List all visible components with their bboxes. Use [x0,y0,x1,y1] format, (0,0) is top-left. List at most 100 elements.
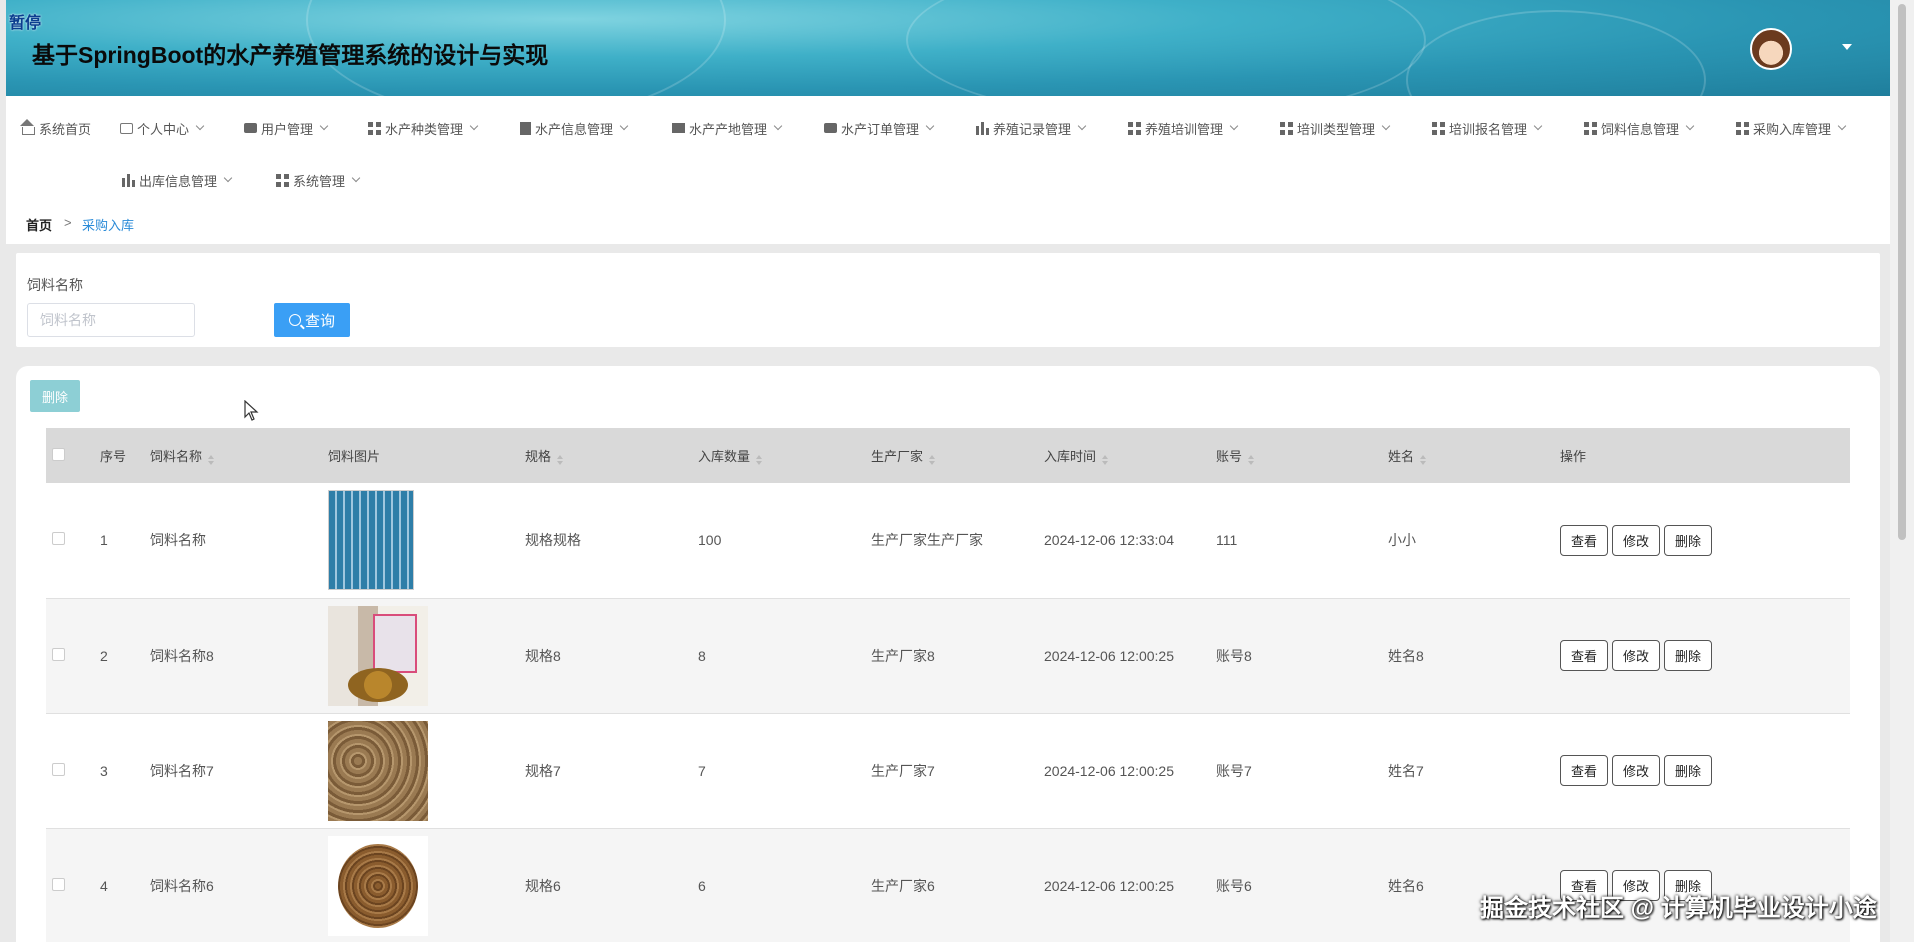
nav-item-feed-info-management[interactable]: 饲料信息管理 [1584,118,1695,138]
sort-icon[interactable] [1420,455,1427,465]
feed-name-search-input[interactable] [27,303,195,337]
row-checkbox[interactable] [52,762,65,776]
cell-feed-name: 饲料名称7 [150,713,328,829]
col-header-index: 序号 [100,428,150,483]
breadcrumb-home[interactable]: 首页 [26,215,52,234]
grid-icon [1128,121,1141,135]
chevron-down-icon [1533,121,1543,131]
col-header-spec[interactable]: 规格 [525,428,698,483]
table-header-row: 序号 饲料名称 饲料图片 规格 入库数量 生产厂家 入库时间 账号 姓名 操作 [46,428,1850,483]
bar-chart-icon [122,173,135,187]
edit-button[interactable]: 修改 [1612,524,1661,556]
nav-label: 用户管理 [261,121,314,137]
user-avatar[interactable] [1750,28,1792,70]
nav-item-system-management[interactable]: 系统管理 [276,170,361,190]
cell-account: 账号8 [1216,598,1388,714]
row-checkbox[interactable] [52,877,65,891]
sort-icon[interactable] [557,455,564,465]
cell-manufacturer: 生产厂家6 [871,828,1044,942]
feed-image[interactable] [328,835,428,936]
nav-item-personal-center[interactable]: 个人中心 [120,118,205,138]
row-checkbox[interactable] [52,532,65,546]
cell-quantity: 100 [698,483,871,599]
chevron-down-icon [195,121,205,131]
nav-item-purchase-inbound-management[interactable]: 采购入库管理 [1736,118,1847,138]
batch-delete-button[interactable]: 删除 [30,380,80,412]
col-header-inbound-time[interactable]: 入库时间 [1044,428,1216,483]
chevron-down-icon [351,173,361,183]
chevron-down-icon [1077,121,1087,131]
grid-icon [1280,121,1293,135]
home-icon [20,118,35,135]
cell-feed-name: 饲料名称6 [150,828,328,942]
cell-person-name: 姓名8 [1388,598,1560,714]
nav-item-training-type-management[interactable]: 培训类型管理 [1280,118,1391,138]
nav-item-origin-management[interactable]: 水产产地管理 [672,118,783,138]
sort-icon[interactable] [208,455,215,465]
delete-button[interactable]: 删除 [1664,640,1713,671]
grid-icon [1432,121,1445,135]
col-header-quantity[interactable]: 入库数量 [698,428,871,483]
delete-button[interactable]: 删除 [1664,524,1713,556]
chevron-down-icon [1381,121,1391,131]
nav-item-species-management[interactable]: 水产种类管理 [368,118,479,138]
nav-item-breeding-record-management[interactable]: 养殖记录管理 [976,118,1087,138]
cell-spec: 规格规格 [525,483,698,599]
row-checkbox[interactable] [52,647,65,661]
bag-icon [824,123,837,133]
col-header-person-name[interactable]: 姓名 [1388,428,1560,483]
page-scrollbar[interactable] [1890,0,1914,942]
feed-image[interactable] [328,720,428,821]
cell-feed-name: 饲料名称8 [150,598,328,714]
view-button[interactable]: 查看 [1560,755,1609,786]
feed-image[interactable] [328,605,428,706]
col-header-account[interactable]: 账号 [1216,428,1388,483]
card-icon [120,122,133,134]
pause-label: 暂停 [9,13,42,32]
nav-item-aquatic-info-management[interactable]: 水产信息管理 [520,118,629,138]
sort-icon[interactable] [929,455,936,465]
nav-label: 采购入库管理 [1753,121,1832,137]
sort-icon[interactable] [1102,455,1109,465]
view-button[interactable]: 查看 [1560,524,1609,556]
col-header-feed-image: 饲料图片 [328,428,525,483]
header-label: 入库数量 [698,449,751,464]
view-button[interactable]: 查看 [1560,640,1609,671]
nav-label: 系统首页 [39,121,92,137]
chevron-down-icon [619,121,629,131]
grid-icon [276,173,289,187]
watermark: 掘金技术社区 @ 计算机毕业设计小途 [1480,895,1877,922]
nav-label: 水产订单管理 [841,121,920,137]
chat-icon [244,123,257,133]
nav-label: 系统管理 [293,173,346,189]
nav-item-breeding-training-management[interactable]: 养殖培训管理 [1128,118,1239,138]
chevron-down-icon [925,121,935,131]
sort-icon[interactable] [1248,455,1255,465]
cell-inbound-time: 2024-12-06 12:00:25 [1044,598,1216,714]
nav-item-user-management[interactable]: 用户管理 [244,118,329,138]
nav-item-order-management[interactable]: 水产订单管理 [824,118,935,138]
feed-image[interactable] [328,490,414,591]
scrollbar-thumb[interactable] [1898,4,1906,540]
breadcrumb-current: 采购入库 [82,218,135,233]
nav-item-outbound-management[interactable]: 出库信息管理 [122,170,233,190]
nav-item-home[interactable]: 系统首页 [20,118,92,138]
nav-item-training-signup-management[interactable]: 培训报名管理 [1432,118,1543,138]
col-header-feed-name[interactable]: 饲料名称 [150,428,328,483]
sort-icon[interactable] [756,455,763,465]
cell-manufacturer: 生产厂家8 [871,598,1044,714]
edit-button[interactable]: 修改 [1612,640,1661,671]
avatar-dropdown-caret-icon[interactable] [1842,44,1852,50]
edit-button[interactable]: 修改 [1612,755,1661,786]
cell-spec: 规格8 [525,598,698,714]
chevron-down-icon [1837,121,1847,131]
cell-person-name: 姓名6 [1388,828,1560,942]
cell-inbound-time: 2024-12-06 12:00:25 [1044,828,1216,942]
delete-button[interactable]: 删除 [1664,755,1713,786]
col-header-manufacturer[interactable]: 生产厂家 [871,428,1044,483]
query-button[interactable]: 查询 [274,303,350,337]
col-header-actions: 操作 [1560,428,1850,483]
cell-person-name: 姓名7 [1388,713,1560,829]
search-label: 饲料名称 [27,277,83,293]
select-all-checkbox[interactable] [52,447,65,461]
